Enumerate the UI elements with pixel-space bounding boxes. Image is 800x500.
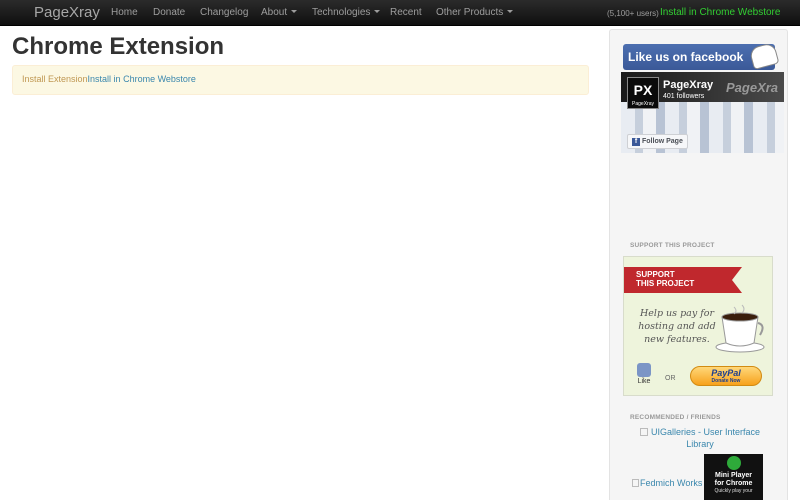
facebook-follow-label: Follow Page (642, 138, 683, 145)
play-icon (726, 456, 741, 470)
mini-player-line2: for Chrome (714, 480, 753, 487)
like-thumb: Like (637, 363, 651, 385)
coffee-cup-icon (715, 304, 765, 353)
paypal-donate-label: Donate Now (711, 378, 741, 384)
nav-other-products-dropdown[interactable]: Other Products (436, 7, 514, 19)
or-label: OR (665, 375, 676, 382)
facebook-like-banner[interactable]: Like us on facebook (623, 42, 780, 70)
facebook-page-name[interactable]: PageXray (663, 79, 713, 92)
pagexray-logo-subtext: PageXray (632, 101, 654, 107)
mini-player-sub: Quickly play your (714, 488, 753, 494)
users-count: (5,100+ users) (607, 9, 659, 18)
alert-text: Install Extension (22, 74, 88, 84)
pagexray-logo: PX PageXray (627, 77, 659, 109)
uigalleries-label: UIGalleries - User Interface Library (650, 427, 761, 449)
fedmich-works-link[interactable]: Fedmich Works (632, 478, 702, 488)
install-alert: Install ExtensionInstall in Chrome Webst… (12, 65, 589, 95)
broken-image-icon (639, 428, 648, 436)
nav-home[interactable]: Home (111, 7, 138, 19)
nav-about-dropdown[interactable]: About (261, 7, 298, 19)
mini-player-line1: Mini Player (715, 472, 752, 479)
install-chrome-webstore-link[interactable]: Install in Chrome Webstore (660, 7, 780, 18)
caret-down-icon (291, 10, 298, 13)
brand-logo-link[interactable]: PageXray (34, 4, 100, 22)
paypal-donate-button[interactable]: PayPal Donate Now (690, 366, 762, 386)
pagexray-logo-text: PX (633, 82, 653, 98)
support-ribbon-line1: SUPPORT (636, 270, 675, 279)
nav-changelog[interactable]: Changelog (200, 7, 248, 19)
alert-install-link[interactable]: Install in Chrome Webstore (88, 74, 196, 84)
nav-about-label: About (261, 7, 288, 18)
facebook-page-widget[interactable]: PX PageXray PageXray 401 followers PageXr… (621, 72, 784, 153)
facebook-follow-button[interactable]: f Follow Page (627, 134, 688, 149)
fedmich-works-label: Fedmich Works (640, 478, 703, 488)
page-title: Chrome Extension (12, 33, 225, 60)
facebook-followers-count: 401 followers (663, 93, 705, 100)
nav-technologies-label: Technologies (312, 7, 371, 18)
like-label: Like (637, 378, 651, 385)
support-ribbon-line2: THIS PROJECT (636, 279, 695, 288)
caret-down-icon (507, 10, 514, 13)
support-ribbon: SUPPORT THIS PROJECT (624, 267, 742, 293)
nav-technologies-dropdown[interactable]: Technologies (312, 7, 381, 19)
nav-donate[interactable]: Donate (153, 7, 185, 19)
support-heading: SUPPORT THIS PROJECT (630, 242, 715, 249)
nav-recent[interactable]: Recent (390, 7, 422, 19)
caret-down-icon (374, 10, 381, 13)
nav-other-products-label: Other Products (436, 7, 504, 18)
paypal-label: PayPal (711, 368, 741, 378)
support-project-banner[interactable]: SUPPORT THIS PROJECT Help us pay for hos… (623, 256, 773, 396)
facebook-f-icon: f (632, 138, 640, 146)
cover-watermark: PageXra (726, 80, 779, 95)
mini-player-banner[interactable]: Mini Player for Chrome Quickly play your (704, 454, 763, 500)
pointing-hand-icon (748, 42, 780, 70)
support-text: Help us pay for hosting and add new feat… (638, 308, 716, 345)
broken-image-icon (632, 479, 639, 487)
top-navbar: PageXray Home Donate Changelog About Tec… (0, 0, 800, 26)
uigalleries-link[interactable]: UIGalleries - User Interface Library (630, 426, 770, 450)
facebook-like-banner-label: Like us on facebook (628, 50, 744, 64)
recommended-heading: RECOMMENDED / FRIENDS (630, 414, 721, 421)
thumbs-up-icon (637, 363, 651, 377)
